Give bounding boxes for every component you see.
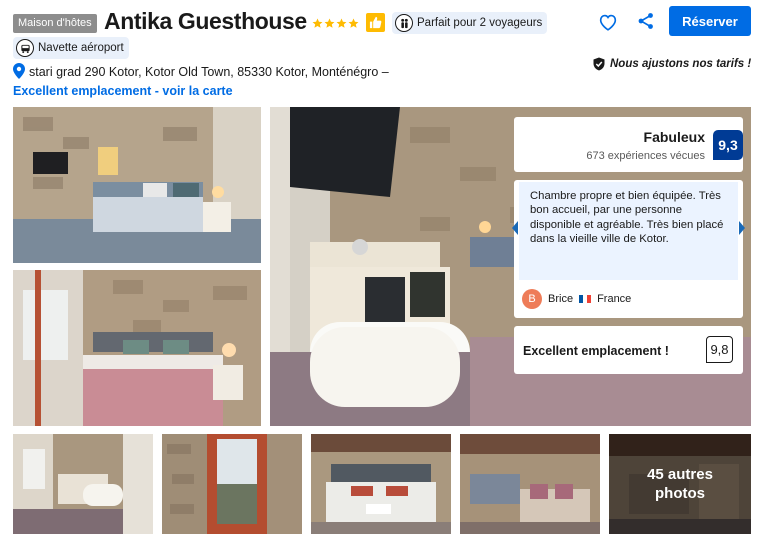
- location-score-badge: 9,8: [706, 336, 733, 363]
- reviewer-name: Brice: [548, 293, 574, 305]
- chevron-left-icon[interactable]: [511, 218, 519, 238]
- travelers-pill: Parfait pour 2 voyageurs: [392, 12, 548, 34]
- reviewer-country: France: [597, 293, 632, 305]
- star-icon: [336, 18, 347, 28]
- property-type-badge: Maison d'hôtes: [13, 14, 97, 33]
- star-icon: [324, 18, 335, 28]
- review-count: 673 expériences vécues: [586, 150, 705, 162]
- score-label: Fabuleux: [643, 129, 705, 145]
- people-icon: [395, 14, 413, 32]
- photo-thumb-3[interactable]: [311, 434, 451, 534]
- map-pin-icon: [13, 63, 25, 79]
- more-photos-label: photos: [655, 485, 705, 502]
- share-icon[interactable]: [636, 11, 656, 31]
- location-score-card[interactable]: Excellent emplacement ! 9,8: [514, 326, 743, 374]
- photo-bedroom-2[interactable]: [13, 270, 261, 426]
- heart-icon[interactable]: [597, 11, 619, 33]
- travelers-label: Parfait pour 2 voyageurs: [417, 17, 543, 29]
- score-badge: 9,3: [713, 130, 743, 160]
- more-photos-overlay[interactable]: 45 autres photos: [609, 434, 751, 534]
- airport-shuttle-pill: Navette aéroport: [13, 37, 129, 59]
- map-link[interactable]: Excellent emplacement - voir la carte: [13, 84, 233, 98]
- review-quote: Chambre propre et bien équipée. Très bon…: [519, 182, 738, 280]
- chevron-right-icon[interactable]: [738, 218, 746, 238]
- photo-thumb-4[interactable]: [460, 434, 600, 534]
- shuttle-label: Navette aéroport: [38, 42, 124, 54]
- shuttle-icon: [16, 39, 34, 57]
- address-text: stari grad 290 Kotor, Kotor Old Town, 85…: [29, 65, 389, 79]
- preferred-partner-icon: [366, 13, 385, 32]
- location-score-label: Excellent emplacement !: [523, 344, 669, 358]
- star-rating: [312, 16, 359, 32]
- photo-bedroom-1[interactable]: [13, 107, 261, 263]
- photo-thumb-2[interactable]: [162, 434, 302, 534]
- review-score-card[interactable]: Fabuleux 673 expériences vécues 9,3: [514, 117, 743, 172]
- more-photos-count: 45 autres: [647, 466, 713, 483]
- guest-review-card[interactable]: Chambre propre et bien équipée. Très bon…: [511, 180, 746, 318]
- reserve-button[interactable]: Réserver: [669, 6, 751, 36]
- france-flag-icon: [579, 295, 592, 303]
- reviewer: B Brice France: [522, 289, 631, 309]
- price-match-label: Nous ajustons nos tarifs !: [610, 58, 752, 70]
- photo-thumb-more[interactable]: 45 autres photos: [609, 434, 751, 534]
- avatar: B: [522, 289, 542, 309]
- star-icon: [312, 18, 323, 28]
- photo-thumb-1[interactable]: [13, 434, 153, 534]
- star-icon: [348, 18, 359, 28]
- property-title: Antika Guesthouse: [104, 8, 307, 34]
- price-match-note[interactable]: Nous ajustons nos tarifs !: [592, 57, 751, 71]
- shield-check-icon: [593, 57, 605, 71]
